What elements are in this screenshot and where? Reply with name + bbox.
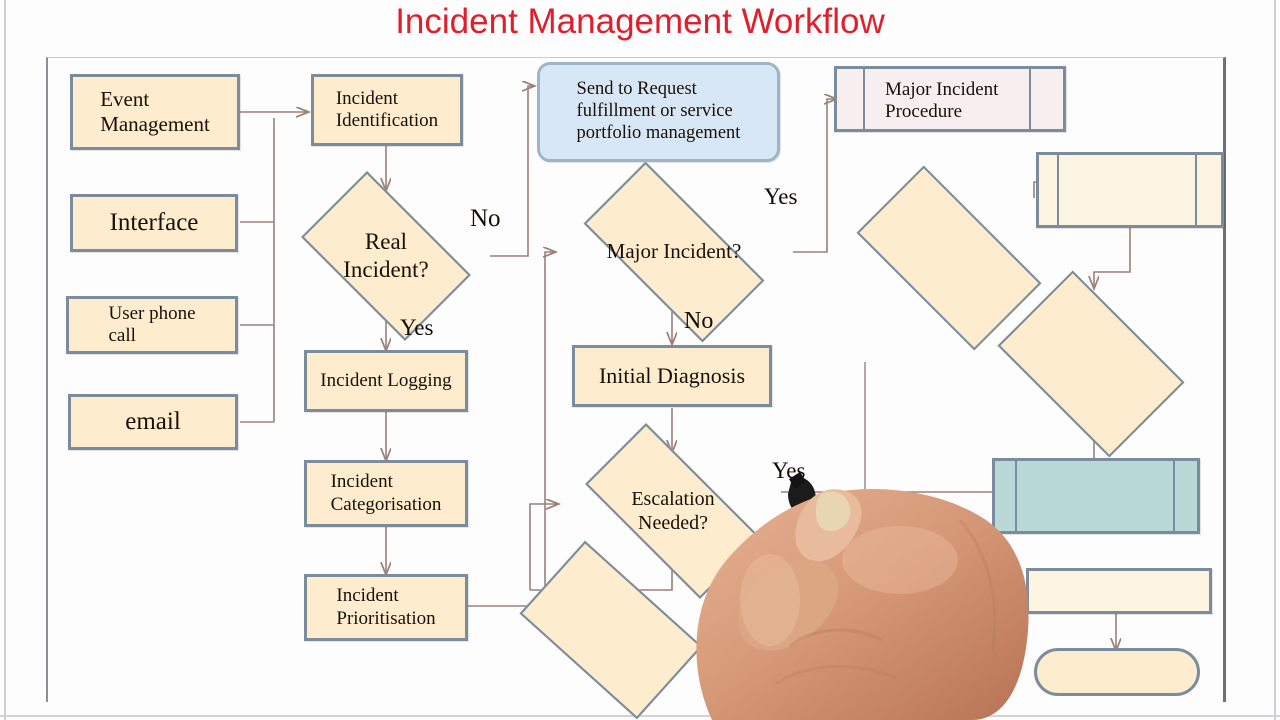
- node-incident-prioritisation[interactable]: Incident Prioritisation: [304, 574, 468, 641]
- node-label: Initial Diagnosis: [598, 363, 746, 389]
- node-label: Incident Prioritisation: [336, 585, 436, 629]
- node-label: Incident Categorisation: [330, 471, 442, 515]
- node-major-incident[interactable]: Major Incident?: [555, 161, 793, 343]
- node-label: Real Incident?: [343, 229, 429, 282]
- sheet-band-left: [1015, 461, 1017, 531]
- whiteboard-animation-canvas: Incident Management Workflow Event Manag…: [0, 0, 1280, 720]
- edge-label-real-incident-yes: Yes: [400, 315, 434, 340]
- node-label: Major Incident?: [606, 239, 742, 264]
- node-unlabeled-box-teal[interactable]: [992, 458, 1200, 534]
- sheet-band-right: [1029, 69, 1031, 129]
- node-unlabeled-pill-right-bottom[interactable]: [1034, 648, 1200, 696]
- node-label: Incident Identification: [335, 87, 439, 131]
- node-label: Incident Logging: [320, 369, 452, 391]
- node-incident-logging[interactable]: Incident Logging: [304, 350, 468, 412]
- node-user-phone-call[interactable]: User phone call: [66, 296, 238, 354]
- node-label: Interface: [109, 209, 199, 237]
- node-label: Event Management: [100, 87, 210, 136]
- node-event-management[interactable]: Event Management: [70, 74, 240, 150]
- page-title: Incident Management Workflow: [395, 2, 885, 41]
- edge-label-major-incident-yes: Yes: [764, 184, 798, 209]
- node-email[interactable]: email: [68, 394, 238, 450]
- node-interface[interactable]: Interface: [70, 194, 238, 252]
- node-incident-identification[interactable]: Incident Identification: [311, 74, 463, 146]
- node-initial-diagnosis[interactable]: Initial Diagnosis: [572, 345, 772, 407]
- node-unlabeled-diamond-bottom-center[interactable]: [498, 540, 724, 720]
- sheet-band-right: [1173, 461, 1175, 531]
- node-incident-categorisation[interactable]: Incident Categorisation: [304, 460, 468, 527]
- node-label: [978, 288, 1204, 440]
- node-unlabeled-box-right-bottom[interactable]: [1026, 568, 1212, 614]
- page-edge-left: [4, 0, 6, 720]
- edge-label-major-incident-no: No: [684, 308, 714, 334]
- node-label: email: [125, 408, 181, 436]
- node-send-to-request-fulfillment[interactable]: Send to Request fulfillment or service p…: [537, 62, 780, 162]
- node-real-incident[interactable]: Real Incident?: [282, 171, 490, 341]
- node-unlabeled-diamond-right-lower[interactable]: [978, 270, 1204, 458]
- edge-label-escalation-yes: Yes: [772, 458, 806, 483]
- node-label: Major Incident Procedure: [885, 79, 999, 123]
- sheet-band-right: [1195, 155, 1197, 225]
- sheet-band-left: [863, 69, 865, 129]
- node-label: [498, 560, 724, 700]
- node-label: Send to Request fulfillment or service p…: [576, 79, 741, 143]
- node-label: User phone call: [108, 302, 196, 346]
- edge-label-real-incident-no: No: [470, 205, 501, 232]
- node-major-incident-procedure-sheet[interactable]: Major Incident Procedure: [834, 66, 1066, 132]
- page-edge-right: [1274, 0, 1276, 720]
